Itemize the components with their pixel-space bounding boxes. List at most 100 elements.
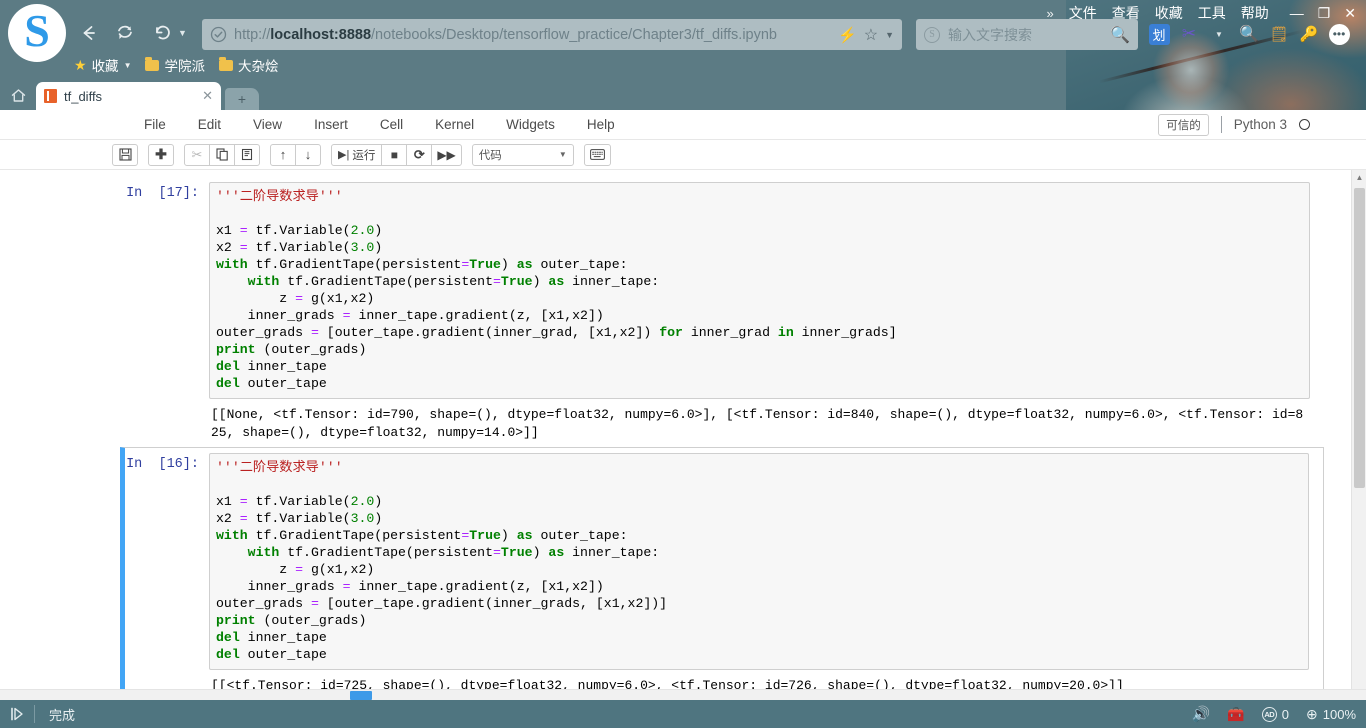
close-window-button[interactable]: ✕ bbox=[1344, 5, 1356, 22]
save-page-button[interactable]: 🗒 bbox=[1266, 20, 1292, 48]
zoom-in-icon: ⊕ bbox=[1306, 705, 1318, 722]
highlight-tool-button[interactable]: 划 bbox=[1146, 20, 1172, 48]
maximize-button[interactable]: ❐ bbox=[1318, 5, 1331, 22]
page-search-button[interactable]: 🔍 bbox=[1236, 20, 1262, 48]
notebook-favicon-icon bbox=[44, 89, 57, 103]
menu-view[interactable]: View bbox=[237, 117, 298, 132]
password-button[interactable]: 🔑 bbox=[1296, 20, 1322, 48]
insert-group: ✚ bbox=[148, 143, 174, 166]
folder-icon bbox=[145, 56, 160, 71]
save-icon bbox=[118, 148, 132, 161]
zoom-level: 100% bbox=[1322, 706, 1356, 722]
divider bbox=[1220, 116, 1222, 133]
status-left: 完成 bbox=[0, 700, 75, 728]
notebook-cell-selected[interactable]: In [16]: '''二阶导数求导''' x1 = tf.Variable(2… bbox=[120, 447, 1324, 701]
volume-button[interactable]: 🔊 bbox=[1192, 705, 1211, 723]
save-button[interactable] bbox=[112, 143, 138, 166]
scroll-up-arrow-icon[interactable]: ▲ bbox=[1352, 170, 1366, 185]
trusted-badge[interactable]: 可信的 bbox=[1158, 113, 1209, 136]
undo-icon bbox=[156, 25, 170, 40]
window-menu-item-2[interactable]: 收藏 bbox=[1155, 3, 1183, 23]
document-save-icon: 🗒 bbox=[1269, 26, 1289, 43]
run-group: ▶| 运行 ■ ⟳ ▶▶ bbox=[331, 143, 462, 166]
command-palette-button[interactable] bbox=[583, 143, 611, 166]
downloads-button[interactable]: ⭳ bbox=[1356, 20, 1366, 48]
ad-blocker-status[interactable]: AD 0 bbox=[1261, 706, 1289, 722]
screenshot-button[interactable]: ✂ bbox=[1176, 20, 1202, 48]
address-bar[interactable]: http://localhost:8888/notebooks/Desktop/… bbox=[202, 19, 902, 50]
copy-icon bbox=[215, 148, 228, 161]
overflow-chevron-icon[interactable]: » bbox=[1046, 6, 1053, 21]
window-menu-item-3[interactable]: 工具 bbox=[1198, 3, 1226, 23]
back-button[interactable] bbox=[74, 18, 104, 48]
zoom-control[interactable]: ⊕ 100% bbox=[1306, 706, 1356, 723]
menu-edit[interactable]: Edit bbox=[182, 117, 237, 132]
folder-icon bbox=[218, 56, 233, 71]
chevron-down-icon[interactable]: ▼ bbox=[124, 61, 132, 70]
search-icon[interactable]: 🔍 bbox=[1110, 25, 1130, 45]
lightning-icon[interactable]: ⚡ bbox=[838, 26, 857, 44]
scissors-icon: ✂ bbox=[1181, 24, 1197, 43]
move-cell-down-button[interactable]: ↓ bbox=[295, 143, 321, 166]
cell-body: '''二阶导数求导''' x1 = tf.Variable(2.0) x2 = … bbox=[209, 453, 1309, 695]
window-menu-item-4[interactable]: 帮助 bbox=[1241, 3, 1269, 23]
ad-shield-icon: AD bbox=[1261, 706, 1277, 722]
restart-kernel-button[interactable]: ⟳ bbox=[406, 143, 433, 166]
horizontal-scrollbar-thumb[interactable] bbox=[350, 691, 372, 700]
copy-cell-button[interactable] bbox=[209, 143, 235, 166]
address-bar-url[interactable]: http://localhost:8888/notebooks/Desktop/… bbox=[234, 27, 838, 43]
jupyter-toolbar: ✚ ✂ ↑ ↓ ▶| 运行 ■ ⟳ ▶▶ 代码 ▼ bbox=[0, 140, 1366, 170]
interrupt-kernel-button[interactable]: ■ bbox=[381, 143, 408, 166]
screenshot-dropdown[interactable]: ▼ bbox=[1206, 20, 1232, 48]
minimize-button[interactable]: — bbox=[1290, 5, 1304, 21]
menu-file[interactable]: File bbox=[128, 117, 182, 132]
restart-run-all-button[interactable]: ▶▶ bbox=[431, 143, 462, 166]
more-menu-button[interactable]: ••• bbox=[1326, 20, 1352, 48]
notebook-scrollbar[interactable]: ▲ ▼ bbox=[1351, 170, 1366, 701]
notebook-body[interactable]: In [17]: '''二阶导数求导''' x1 = tf.Variable(2… bbox=[0, 170, 1366, 701]
cut-cell-button[interactable]: ✂ bbox=[184, 143, 210, 166]
read-mode-button[interactable] bbox=[0, 700, 34, 728]
paste-cell-button[interactable] bbox=[234, 143, 260, 166]
menu-widgets[interactable]: Widgets bbox=[490, 117, 571, 132]
reload-button[interactable] bbox=[110, 18, 140, 48]
menu-help[interactable]: Help bbox=[571, 117, 631, 132]
insert-cell-below-button[interactable]: ✚ bbox=[148, 143, 174, 166]
move-group: ↑ ↓ bbox=[270, 143, 321, 166]
bookmark-folder-1[interactable]: 学院派 bbox=[145, 55, 205, 75]
address-dropdown-caret-icon[interactable]: ▼ bbox=[885, 30, 894, 40]
code-editor[interactable]: '''二阶导数求导''' x1 = tf.Variable(2.0) x2 = … bbox=[209, 182, 1310, 399]
close-tab-icon[interactable]: ✕ bbox=[202, 88, 213, 104]
cell-prompt: In [16]: bbox=[126, 457, 199, 472]
search-input[interactable]: 输入文字搜索 bbox=[948, 25, 1110, 45]
scrollbar-thumb[interactable] bbox=[1354, 188, 1365, 488]
arrow-down-icon: ↓ bbox=[304, 147, 312, 162]
new-tab-button[interactable]: + bbox=[225, 88, 259, 110]
home-button[interactable] bbox=[0, 80, 36, 110]
browser-search-box[interactable]: S 输入文字搜索 🔍 bbox=[916, 19, 1138, 50]
notebook-cell[interactable]: In [17]: '''二阶导数求导''' x1 = tf.Variable(2… bbox=[120, 177, 1324, 447]
browser-tab-active[interactable]: tf_diffs ✕ bbox=[36, 82, 221, 110]
bookmark-star-icon[interactable]: ☆ bbox=[864, 25, 878, 45]
code-editor[interactable]: '''二阶导数求导''' x1 = tf.Variable(2.0) x2 = … bbox=[209, 453, 1309, 670]
menu-kernel[interactable]: Kernel bbox=[419, 117, 490, 132]
cell-type-dropdown[interactable]: 代码 ▼ bbox=[471, 143, 574, 166]
window-menu-item-1[interactable]: 查看 bbox=[1112, 3, 1140, 23]
history-back-button[interactable] bbox=[146, 18, 176, 48]
window-menu-item-0[interactable]: 文件 bbox=[1069, 3, 1097, 23]
bookmark-favorites[interactable]: ★ 收藏 ▼ bbox=[74, 55, 131, 75]
toolbox-icon: 🧰 bbox=[1227, 705, 1245, 722]
stop-square-icon: ■ bbox=[390, 147, 398, 162]
code-text: '''二阶导数求导''' x1 = tf.Variable(2.0) x2 = … bbox=[216, 189, 897, 391]
history-dropdown-caret-icon[interactable]: ▼ bbox=[178, 28, 187, 38]
move-cell-up-button[interactable]: ↑ bbox=[270, 143, 296, 166]
cell-type-value: 代码 bbox=[478, 149, 502, 162]
bookmark-label-1: 学院派 bbox=[164, 59, 205, 74]
bookmark-folder-2[interactable]: 大杂烩 bbox=[218, 55, 278, 75]
menu-insert[interactable]: Insert bbox=[298, 117, 364, 132]
navigation-buttons: ▼ bbox=[74, 18, 187, 48]
window-menu-bar: » 文件 查看 收藏 工具 帮助 — ❐ ✕ bbox=[1046, 3, 1356, 23]
menu-cell[interactable]: Cell bbox=[364, 117, 419, 132]
run-cell-button[interactable]: ▶| 运行 bbox=[331, 143, 383, 166]
toolbox-button[interactable]: 🧰 bbox=[1227, 706, 1244, 723]
